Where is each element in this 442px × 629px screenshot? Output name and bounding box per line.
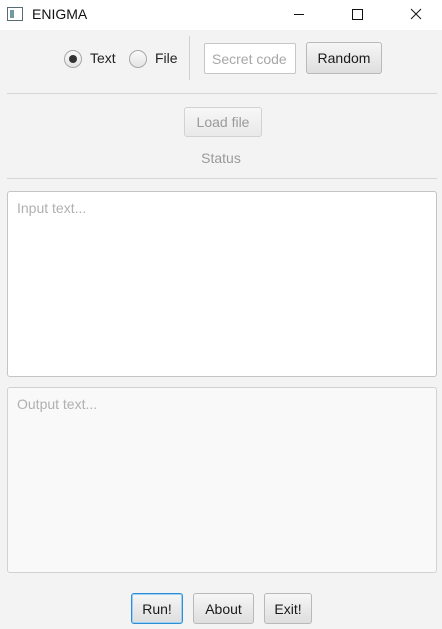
input-text-area[interactable]: [7, 191, 437, 377]
about-button[interactable]: About: [193, 593, 254, 624]
load-file-button[interactable]: Load file: [184, 107, 262, 137]
minimize-icon: [294, 14, 304, 15]
random-button[interactable]: Random: [306, 42, 382, 74]
app-window-icon: [7, 7, 23, 21]
exit-button[interactable]: Exit!: [264, 593, 312, 624]
file-mode-radio[interactable]: [129, 50, 147, 68]
enigma-window: ENIGMA Text File Random Load file Status: [0, 0, 442, 629]
window-title: ENIGMA: [32, 6, 88, 22]
close-icon: [410, 8, 422, 20]
maximize-icon: [352, 9, 363, 20]
maximize-button[interactable]: [334, 0, 380, 30]
title-bar: ENIGMA: [0, 0, 442, 30]
close-button[interactable]: [393, 0, 439, 30]
text-mode-radio[interactable]: [64, 50, 82, 68]
status-label: Status: [201, 150, 241, 166]
separator-bottom: [7, 178, 437, 179]
minimize-button[interactable]: [276, 0, 322, 30]
run-button[interactable]: Run!: [131, 593, 183, 624]
file-mode-label[interactable]: File: [155, 50, 178, 66]
output-text-area[interactable]: [7, 387, 437, 573]
separator-top: [7, 93, 437, 94]
vertical-separator: [189, 36, 190, 80]
text-mode-label[interactable]: Text: [90, 50, 116, 66]
secret-code-input[interactable]: [204, 43, 296, 74]
